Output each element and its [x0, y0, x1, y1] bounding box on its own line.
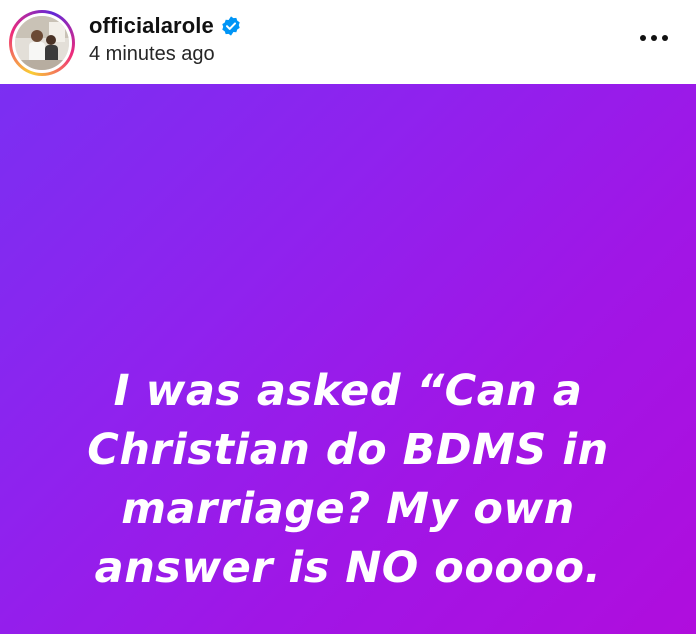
post-text: I was asked “Can a Christian do BDMS in … — [87, 366, 609, 593]
user-meta: officialarole 4 minutes ago — [89, 12, 242, 66]
more-horizontal-icon — [640, 35, 668, 41]
story-ring[interactable] — [9, 10, 75, 76]
profile-photo — [15, 16, 69, 70]
post-timestamp: 4 minutes ago — [89, 43, 215, 65]
avatar[interactable] — [15, 16, 69, 70]
instagram-post: officialarole 4 minutes ago I was asked … — [0, 0, 696, 634]
post-content[interactable]: I was asked “Can a Christian do BDMS in … — [0, 84, 696, 634]
username[interactable]: officialarole — [89, 13, 214, 39]
post-header: officialarole 4 minutes ago — [0, 0, 696, 84]
verified-badge-icon — [220, 15, 242, 37]
more-options-button[interactable] — [634, 26, 674, 50]
